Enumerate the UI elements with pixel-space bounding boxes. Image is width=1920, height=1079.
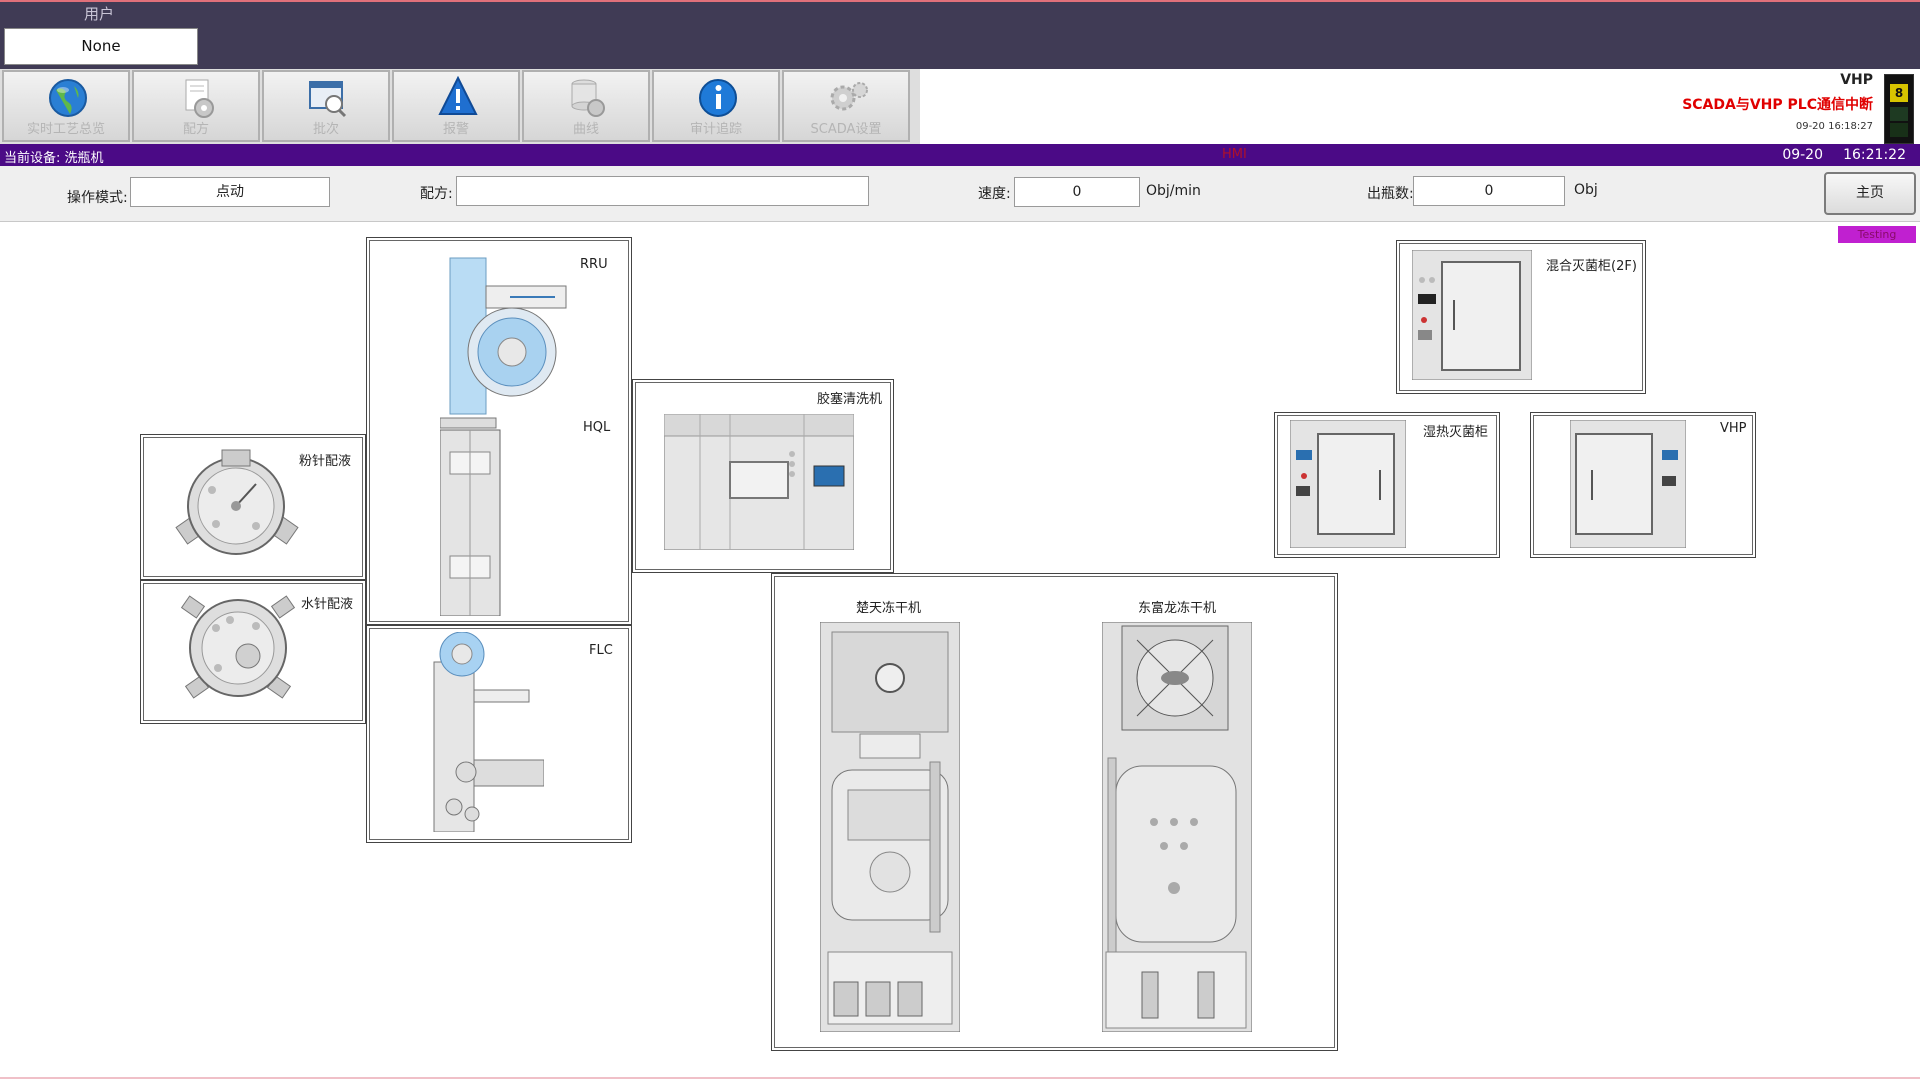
rru-hql-machine-image[interactable] (440, 256, 580, 616)
freeze-dryer-2-label: 东富龙冻干机 (1138, 601, 1217, 616)
user-field[interactable]: None (4, 28, 198, 65)
green-light-icon (1890, 123, 1908, 137)
status-title: VHP (1840, 72, 1873, 88)
current-device: 当前设备: 洗瓶机 (4, 151, 104, 166)
recipe-button[interactable]: 配方 (132, 70, 260, 142)
output-unit: Obj (1574, 182, 1598, 198)
batch-search-icon (309, 81, 347, 118)
powder-tank-image[interactable] (172, 446, 304, 566)
status-message: SCADA与VHP PLC通信中断 (1682, 97, 1873, 113)
water-prep-label: 水针配液 (301, 597, 354, 612)
recipe-field[interactable] (456, 176, 869, 206)
globe-icon (49, 79, 87, 117)
speed-field[interactable]: 0 (1014, 177, 1140, 207)
scada-settings-button[interactable]: SCADA设置 (782, 70, 910, 142)
stopper-washer-label: 胶塞清洗机 (817, 392, 883, 407)
powder-prep-label: 粉针配液 (299, 454, 352, 469)
mode-label: 操作模式: (67, 190, 128, 206)
curve-button-label: 曲线 (572, 122, 599, 137)
moist-heat-sterilizer-label: 湿热灭菌柜 (1423, 425, 1489, 440)
scada-settings-button-label: SCADA设置 (810, 122, 882, 137)
overview-button-label: 实时工艺总览 (26, 122, 105, 137)
freeze-dryer-2-image[interactable] (1102, 622, 1252, 1032)
moist-heat-sterilizer-image[interactable] (1290, 420, 1406, 548)
green-light-icon (1890, 107, 1908, 121)
device-bar-center-text: HMI (1222, 147, 1247, 162)
recipe-button-label: 配方 (182, 122, 209, 137)
info-icon (699, 79, 737, 117)
alarm-button[interactable]: 报警 (392, 70, 520, 142)
device-bar-time: 16:21:22 (1843, 147, 1906, 163)
output-label: 出瓶数: (1367, 186, 1414, 202)
audit-trail-button[interactable]: 审计追踪 (652, 70, 780, 142)
alarm-warning-icon (438, 76, 478, 115)
freeze-dryer-1-image[interactable] (820, 622, 960, 1032)
device-bar: 当前设备: 洗瓶机 HMI 09-20 16:21:22 (0, 144, 1920, 166)
speed-unit: Obj/min (1146, 183, 1201, 199)
vhp-machine-image[interactable] (1570, 420, 1686, 548)
curve-database-icon (571, 79, 605, 117)
user-label: 用户 (83, 5, 114, 23)
status-tag: Testing (1838, 226, 1916, 243)
flc-label: FLC (589, 643, 613, 658)
freeze-dryer-1-label: 楚天冻干机 (856, 601, 922, 616)
output-field[interactable]: 0 (1413, 176, 1565, 206)
audit-trail-button-label: 审计追踪 (689, 122, 742, 137)
batch-button-label: 批次 (312, 122, 339, 137)
alarm-count: 8 (1890, 84, 1908, 102)
curve-button[interactable]: 曲线 (522, 70, 650, 142)
hybrid-sterilizer-label: 混合灭菌柜(2F) (1546, 259, 1637, 274)
alarm-light-tower[interactable]: 8 (1884, 74, 1914, 144)
top-bar (0, 0, 1920, 69)
recipe-gear-icon (185, 79, 214, 118)
hql-label: HQL (583, 420, 611, 435)
stopper-washer-image[interactable] (664, 414, 854, 550)
hybrid-sterilizer-image[interactable] (1412, 250, 1532, 380)
flc-machine-image[interactable] (414, 632, 544, 832)
gears-icon (830, 82, 868, 111)
overview-button[interactable]: 实时工艺总览 (2, 70, 130, 142)
batch-button[interactable]: 批次 (262, 70, 390, 142)
speed-label: 速度: (978, 186, 1011, 202)
home-button[interactable]: 主页 (1824, 172, 1916, 215)
water-tank-image[interactable] (178, 592, 298, 708)
bottom-border (0, 1070, 1920, 1079)
mode-field[interactable]: 点动 (130, 177, 330, 207)
status-time: 09-20 16:18:27 (1795, 121, 1873, 132)
rru-label: RRU (580, 257, 608, 272)
device-bar-date: 09-20 (1782, 147, 1823, 163)
alarm-button-label: 报警 (442, 122, 469, 137)
recipe-label: 配方: (420, 186, 453, 202)
vhp-machine-label: VHP (1720, 421, 1747, 436)
